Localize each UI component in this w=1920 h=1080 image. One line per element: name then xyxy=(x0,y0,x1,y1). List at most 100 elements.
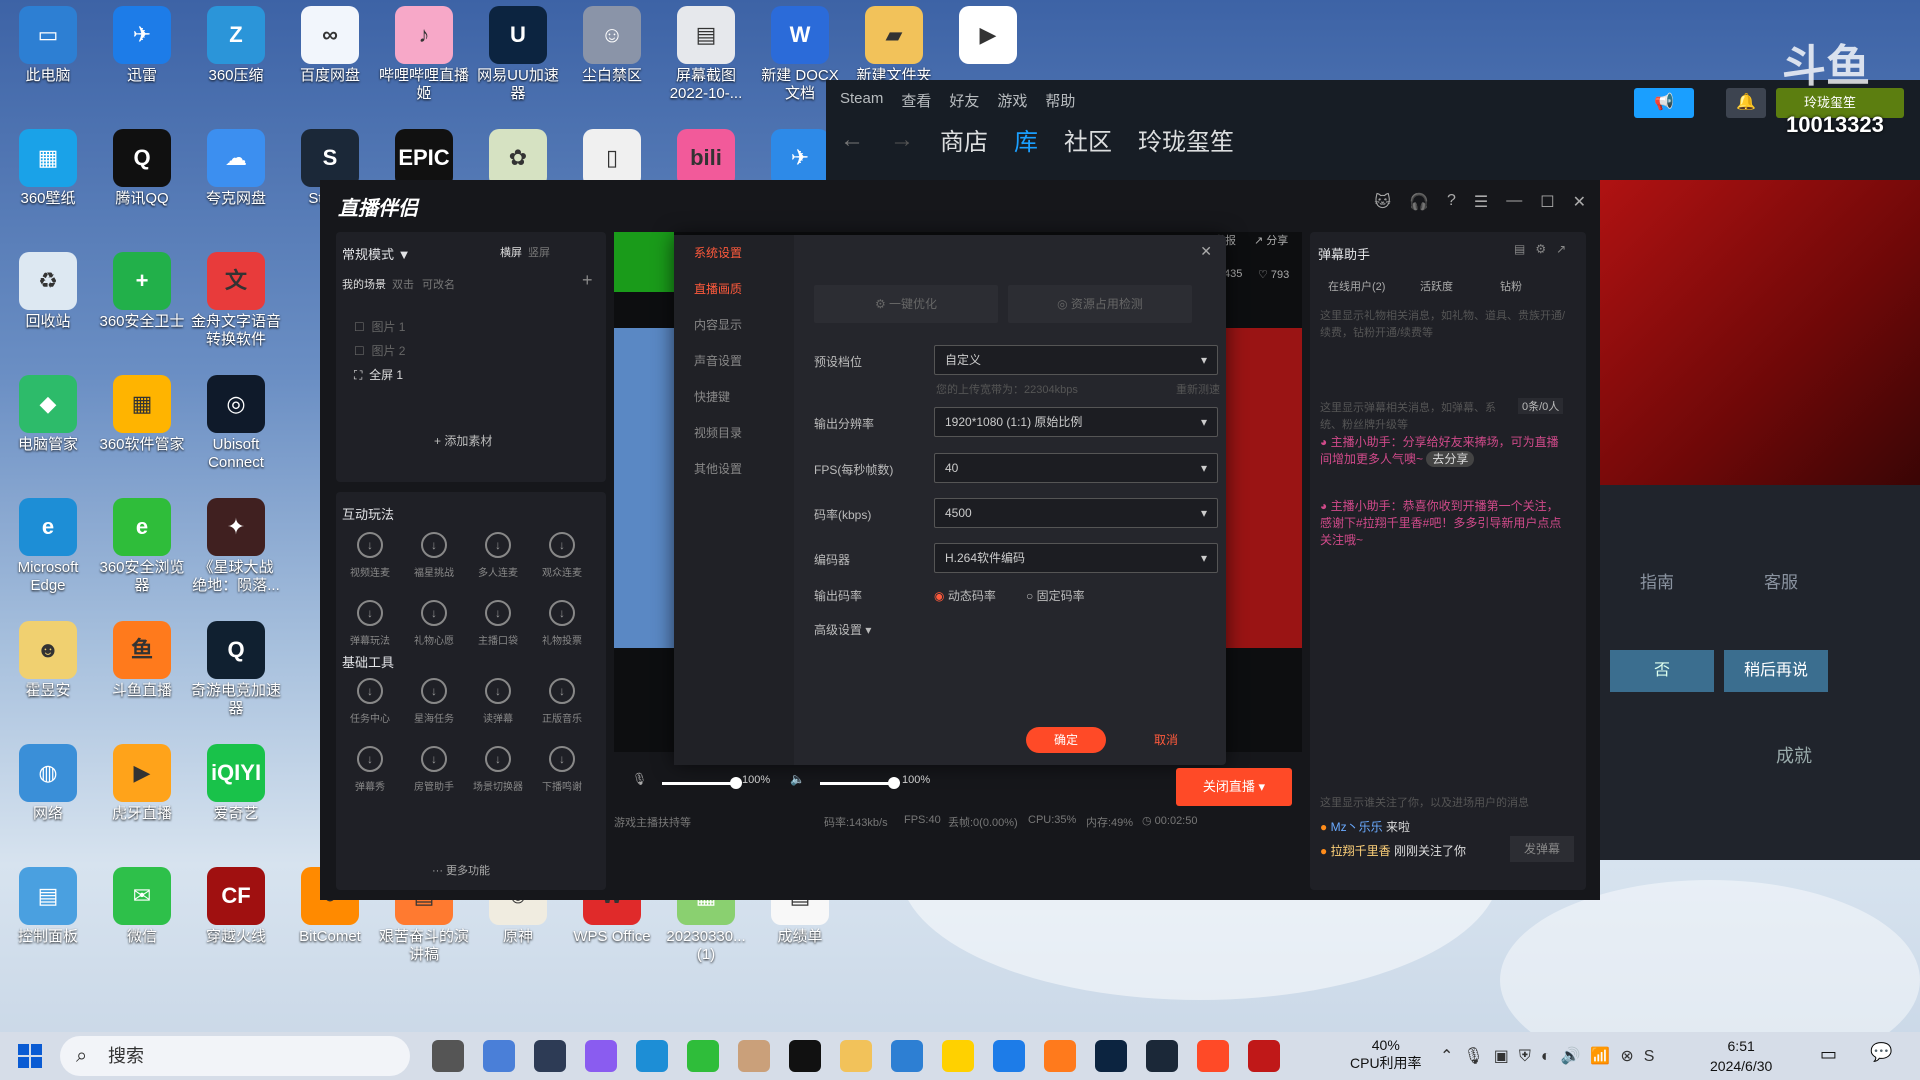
tab-guide[interactable]: 指南 xyxy=(1640,568,1674,593)
taskbar-app-icon[interactable] xyxy=(789,1040,821,1072)
retest-link[interactable]: 重新测速 xyxy=(1176,381,1220,397)
desktop-icon[interactable]: ▦ 360软件管家 xyxy=(96,371,188,454)
steam-nav-library[interactable]: 库 xyxy=(1014,122,1038,157)
steam-menu-games[interactable]: 游戏 xyxy=(997,90,1027,111)
desktop-icon[interactable]: ♻ 回收站 xyxy=(2,248,94,331)
mode-select[interactable]: 常规模式 ▼ xyxy=(342,244,411,263)
avatar[interactable]: 🐱 xyxy=(1374,192,1391,212)
game-hint[interactable]: 游戏主播扶持等 xyxy=(614,814,691,830)
notifications-icon[interactable]: 💬 xyxy=(1870,1042,1892,1063)
taskbar-search[interactable]: ⌕ 搜索 xyxy=(60,1036,410,1076)
more-functions-button[interactable]: ··· 更多功能 xyxy=(432,862,490,878)
bell-icon[interactable]: 🔔 xyxy=(1726,88,1766,118)
desktop-icon[interactable]: ✈ 迅雷 xyxy=(96,2,188,85)
tool-button[interactable]: ↓ 任务中心 xyxy=(340,678,400,725)
taskbar-app-icon[interactable] xyxy=(1248,1040,1280,1072)
desktop-icon[interactable]: 文金舟文字语音转换软件 xyxy=(190,248,282,349)
share-chat-button[interactable]: 去分享 xyxy=(1426,451,1475,467)
resource-check-button[interactable]: ◎ 资源占用检测 xyxy=(1008,285,1192,323)
add-scene-icon[interactable]: + xyxy=(582,270,593,291)
desktop-icon[interactable]: ♪ 哔哩哔哩直播姬 xyxy=(378,2,470,103)
desktop-icon[interactable]: iQIYI 爱奇艺 xyxy=(190,740,282,823)
taskbar-app-icon[interactable] xyxy=(738,1040,770,1072)
send-danmu-button[interactable]: 发弹幕 xyxy=(1510,836,1574,862)
tool-button[interactable]: ↓ 视频连麦 xyxy=(340,532,400,579)
taskbar-app-icon[interactable] xyxy=(585,1040,617,1072)
speaker-slider-knob[interactable] xyxy=(888,777,900,789)
desktop-icon[interactable]: Q 奇游电竞加速器 xyxy=(190,617,282,718)
share-button[interactable]: ↗ 分享 xyxy=(1254,232,1302,252)
steam-menu-view[interactable]: 查看 xyxy=(901,90,931,111)
desktop-icon[interactable]: ◎ Ubisoft Connect xyxy=(190,371,282,472)
steam-menu-steam[interactable]: Steam xyxy=(840,90,883,111)
later-button[interactable]: 稍后再说 xyxy=(1724,650,1828,692)
enter-user[interactable]: Mz丶乐乐 xyxy=(1331,820,1383,834)
cancel-button[interactable]: 取消 xyxy=(1126,727,1206,753)
speaker-slider[interactable] xyxy=(820,782,894,785)
tab-support[interactable]: 客服 xyxy=(1764,568,1798,593)
tab-video-dir[interactable]: 视频目录 xyxy=(674,415,794,451)
tool-button[interactable]: ↓ 礼物投票 xyxy=(532,600,592,647)
menu-icon[interactable]: ☰ xyxy=(1474,192,1488,212)
tool-button[interactable]: ↓ 福星挑战 xyxy=(404,532,464,579)
tab-audio[interactable]: 声音设置 xyxy=(674,343,794,379)
preset-select[interactable]: 自定义 ▾ xyxy=(934,345,1218,375)
optimize-button[interactable]: ⚙ 一键优化 xyxy=(814,285,998,323)
forward-arrow-icon[interactable]: → xyxy=(890,126,914,154)
desktop-icon[interactable]: ▭ 此电脑 xyxy=(2,2,94,85)
desktop-icon[interactable]: ▶ 虎牙直播 xyxy=(96,740,188,823)
desktop-icon[interactable]: Q 腾讯QQ xyxy=(96,125,188,208)
taskbar-app-icon[interactable] xyxy=(993,1040,1025,1072)
megaphone-icon[interactable]: 📢 xyxy=(1634,88,1694,118)
desktop-icon[interactable]: ☺ 尘白禁区 xyxy=(566,2,658,85)
bitrate-select[interactable]: 4500 ▾ xyxy=(934,498,1218,528)
fixed-radio[interactable]: ○ 固定码率 xyxy=(1026,587,1085,604)
taskbar-app-icon[interactable] xyxy=(1146,1040,1178,1072)
gear-icon[interactable]: ⚙ xyxy=(1535,242,1546,256)
tool-button[interactable]: ↓ 下播鸣谢 xyxy=(532,746,592,793)
taskbar-app-icon[interactable] xyxy=(483,1040,515,1072)
desktop-icon[interactable]: ▶ xyxy=(942,2,1034,67)
tool-button[interactable]: ↓ 弹幕秀 xyxy=(340,746,400,793)
close-icon[interactable]: ✕ xyxy=(1573,192,1586,212)
desktop-icon[interactable]: CF 穿越火线 xyxy=(190,863,282,946)
tray-icons[interactable]: ⌃🎙▣⛨◐🔊📶⊗S xyxy=(1440,1046,1664,1066)
resolution-select[interactable]: 1920*1080 (1:1) 原始比例 ▾ xyxy=(934,407,1218,437)
maximize-icon[interactable]: ☐ xyxy=(1540,192,1554,212)
desktop-icon[interactable]: ▤ 控制面板 xyxy=(2,863,94,946)
desktop-icon[interactable]: U 网易UU加速器 xyxy=(472,2,564,103)
doc-icon[interactable]: ▤ xyxy=(1514,242,1525,256)
tool-button[interactable]: ↓ 场景切换器 xyxy=(468,746,528,793)
add-material-button[interactable]: + 添加素材 xyxy=(434,432,492,449)
desktop-icon[interactable]: ▰ 新建文件夹 xyxy=(848,2,940,85)
ok-button[interactable]: 确定 xyxy=(1026,727,1106,753)
orient-vertical[interactable]: 竖屏 xyxy=(528,244,550,260)
dynamic-radio[interactable]: ◉ 动态码率 xyxy=(934,587,996,604)
desktop-icon[interactable]: ▦ 360壁纸 xyxy=(2,125,94,208)
taskbar-app-icon[interactable] xyxy=(432,1040,464,1072)
desktop-icon[interactable]: ☻ 霍昱安 xyxy=(2,617,94,700)
taskbar-app-icon[interactable] xyxy=(942,1040,974,1072)
no-button[interactable]: 否 xyxy=(1610,650,1714,692)
start-button[interactable] xyxy=(18,1044,42,1068)
headset-icon[interactable]: 🎧 xyxy=(1409,192,1429,212)
tool-button[interactable]: ↓ 弹幕玩法 xyxy=(340,600,400,647)
scene-item[interactable]: ☐ 图片 2 xyxy=(354,342,405,359)
tab-stream-quality[interactable]: 直播画质 xyxy=(674,271,794,307)
steam-menu-friends[interactable]: 好友 xyxy=(949,90,979,111)
fps-select[interactable]: 40 ▾ xyxy=(934,453,1218,483)
desktop-icon[interactable]: ∞ 百度网盘 xyxy=(284,2,376,85)
tool-button[interactable]: ↓ 多人连麦 xyxy=(468,532,528,579)
clock[interactable]: 6:51 2024/6/30 xyxy=(1710,1036,1772,1076)
tab-other[interactable]: 其他设置 xyxy=(674,451,794,487)
taskbar-app-icon[interactable] xyxy=(840,1040,872,1072)
encoder-select[interactable]: H.264软件编码 ▾ xyxy=(934,543,1218,573)
scene-item[interactable]: ☐ 图片 1 xyxy=(354,318,405,335)
tool-button[interactable]: ↓ 礼物心愿 xyxy=(404,600,464,647)
mic-slider-knob[interactable] xyxy=(730,777,742,789)
help-icon[interactable]: ? xyxy=(1447,192,1456,212)
tab-diamond-fans[interactable]: 钻粉 xyxy=(1500,278,1522,294)
advanced-toggle[interactable]: 高级设置 ▾ xyxy=(814,621,871,638)
popout-icon[interactable]: ↗ xyxy=(1556,242,1566,256)
desktop-icon[interactable]: ◍ 网络 xyxy=(2,740,94,823)
